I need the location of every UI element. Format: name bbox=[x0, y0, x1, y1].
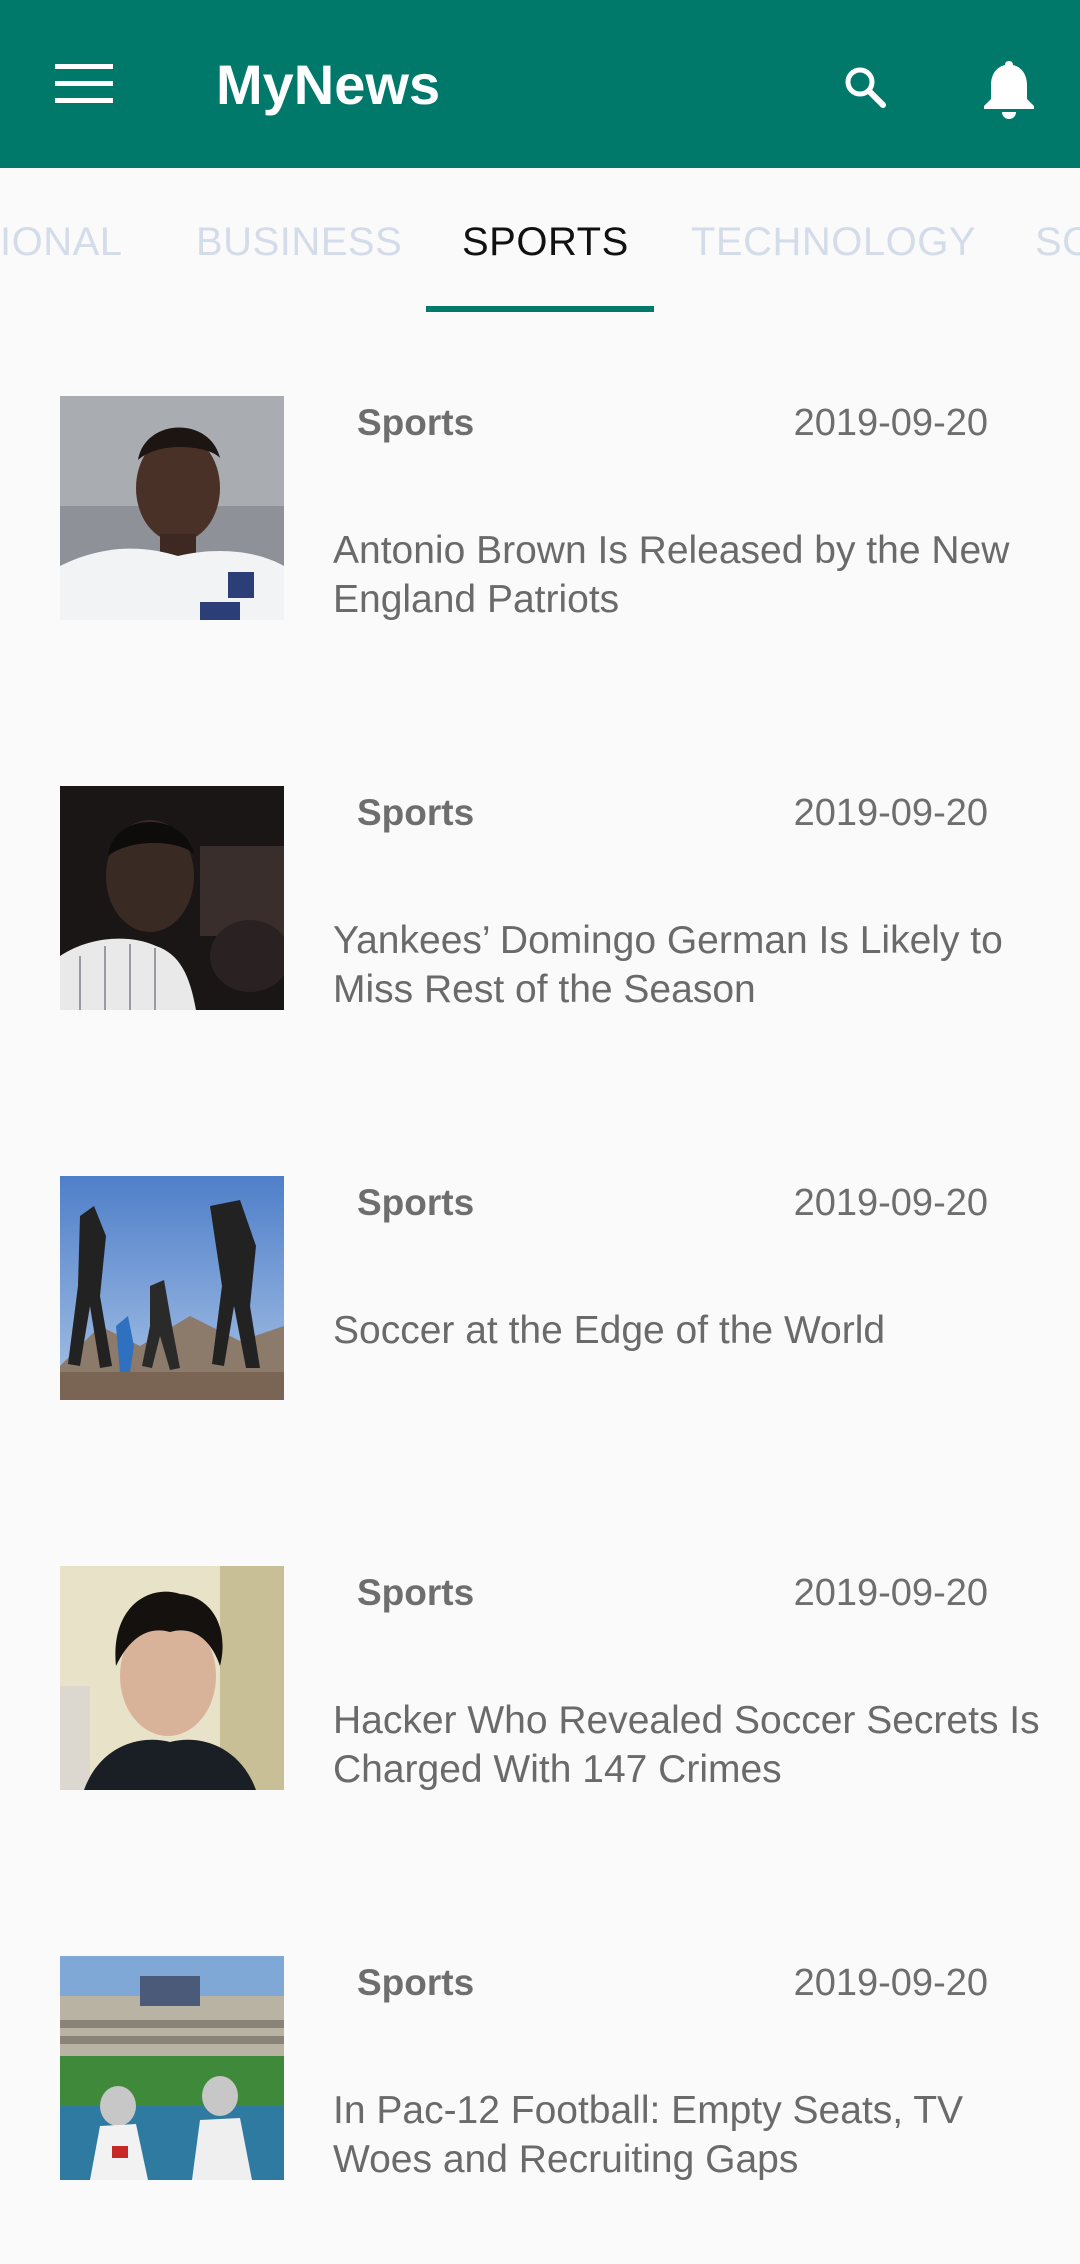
article-headline[interactable]: Yankees’ Domingo German Is Likely to Mis… bbox=[333, 916, 1053, 1014]
tab-sports[interactable]: SPORTS bbox=[462, 220, 629, 265]
bell-icon bbox=[984, 61, 1034, 119]
notifications-button[interactable] bbox=[970, 48, 1048, 128]
tab-national[interactable]: IONAL bbox=[0, 220, 123, 265]
article-category: Sports bbox=[357, 792, 475, 833]
category-tabs: IONAL BUSINESS SPORTS TECHNOLOGY SC bbox=[0, 168, 1080, 314]
article-headline[interactable]: In Pac-12 Football: Empty Seats, TV Woes… bbox=[333, 2086, 1053, 2184]
article-date: 2019-09-20 bbox=[793, 402, 988, 444]
article-date: 2019-09-20 bbox=[793, 1962, 988, 2004]
article-thumbnail bbox=[60, 396, 284, 620]
article-thumbnail bbox=[60, 1566, 284, 1790]
tab-indicator bbox=[426, 306, 654, 312]
article-date: 2019-09-20 bbox=[793, 1572, 988, 1614]
article-category: Sports bbox=[357, 1962, 475, 2003]
article-category: Sports bbox=[357, 1572, 475, 1613]
search-button[interactable] bbox=[830, 52, 900, 122]
article-thumbnail bbox=[60, 1176, 284, 1400]
article-thumbnail bbox=[60, 1956, 284, 2180]
article-category: Sports bbox=[357, 402, 475, 443]
tab-science[interactable]: SC bbox=[1035, 220, 1080, 265]
list-item[interactable]: Sports 2019-09-20 Antonio Brown Is Relea… bbox=[0, 314, 1080, 704]
article-headline[interactable]: Hacker Who Revealed Soccer Secrets Is Ch… bbox=[333, 1696, 1053, 1794]
app-title: MyNews bbox=[216, 53, 441, 116]
tab-business[interactable]: BUSINESS bbox=[196, 220, 402, 265]
list-item[interactable]: Sports 2019-09-20 Yankees’ Domingo Germa… bbox=[0, 704, 1080, 1094]
article-headline[interactable]: Soccer at the Edge of the World bbox=[333, 1306, 1053, 1355]
article-category: Sports bbox=[357, 1182, 475, 1223]
article-headline[interactable]: Antonio Brown Is Released by the New Eng… bbox=[333, 526, 1053, 624]
list-item[interactable]: Sports 2019-09-20 Hacker Who Revealed So… bbox=[0, 1484, 1080, 1874]
menu-button[interactable] bbox=[42, 46, 126, 122]
list-item[interactable]: Sports 2019-09-20 In Pac-12 Football: Em… bbox=[0, 1874, 1080, 2264]
search-icon bbox=[845, 67, 886, 108]
menu-icon bbox=[55, 64, 113, 103]
article-thumbnail bbox=[60, 786, 284, 1010]
tab-technology[interactable]: TECHNOLOGY bbox=[691, 220, 976, 265]
article-date: 2019-09-20 bbox=[793, 792, 988, 834]
list-item[interactable]: Sports 2019-09-20 Soccer at the Edge of … bbox=[0, 1094, 1080, 1484]
app-bar: MyNews bbox=[0, 0, 1080, 168]
article-date: 2019-09-20 bbox=[793, 1182, 988, 1224]
